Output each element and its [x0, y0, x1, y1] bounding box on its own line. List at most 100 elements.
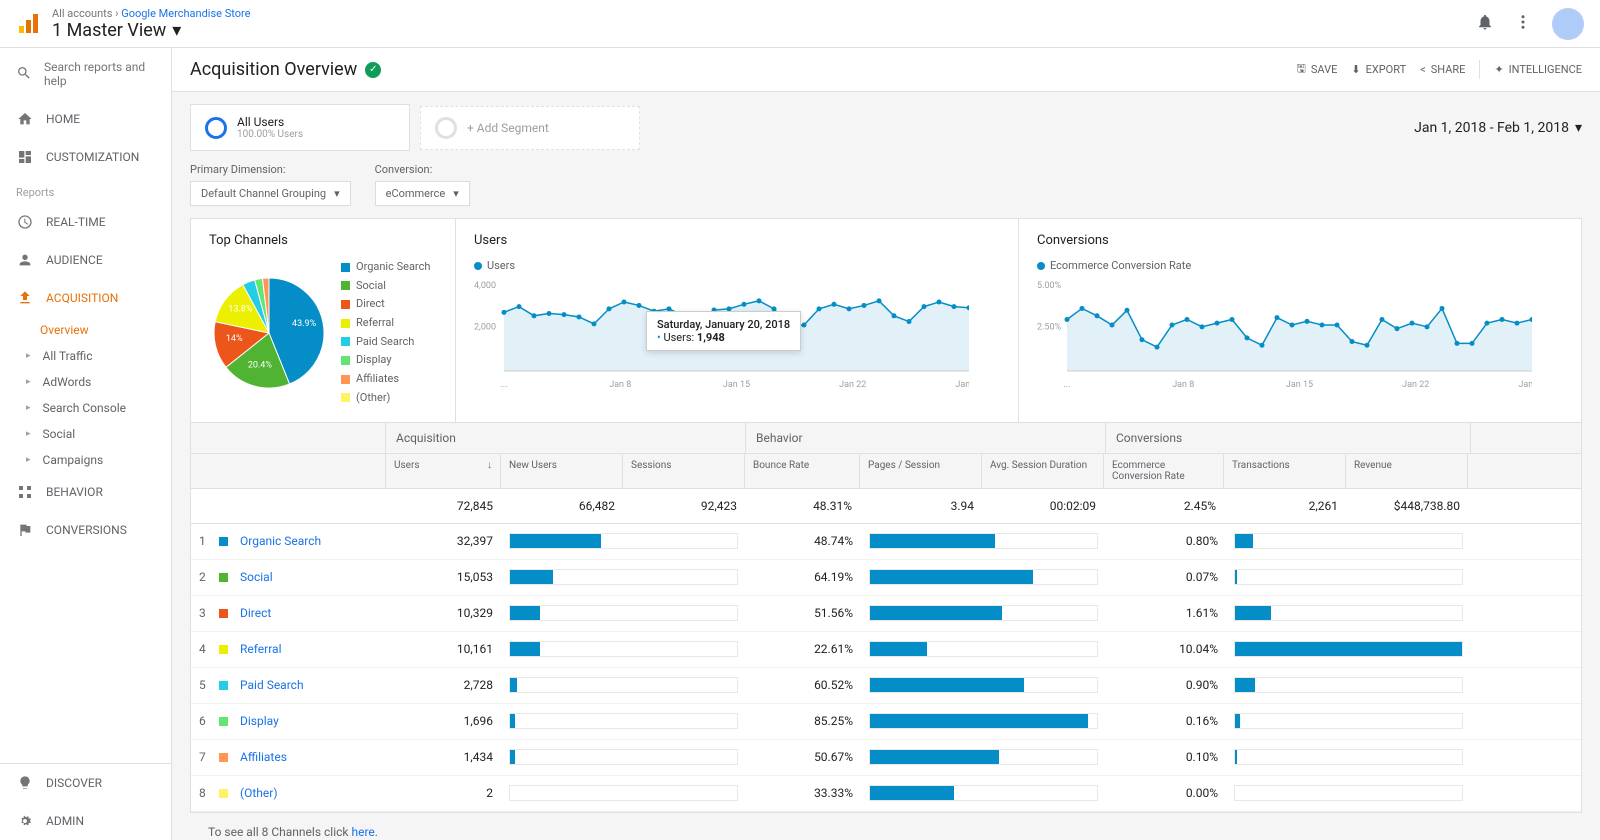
search-icon	[16, 65, 32, 84]
sub-social[interactable]: ▸Social	[0, 421, 171, 447]
svg-text:Jan 22: Jan 22	[839, 380, 866, 389]
breadcrumb-store-link[interactable]: Google Merchandise Store	[121, 7, 250, 20]
conversions-chart: Conversions Ecommerce Conversion Rate 2.…	[1019, 219, 1581, 422]
table-row: 5 Paid Search 2,728 60.52% 0.90%	[191, 668, 1581, 704]
caret-right-icon: ▸	[26, 455, 31, 465]
export-button[interactable]: ⬇EXPORT	[1351, 60, 1406, 79]
svg-text:Jan 29: Jan 29	[1518, 380, 1532, 389]
table-row: 3 Direct 10,329 51.56% 1.61%	[191, 596, 1581, 632]
share-button[interactable]: <SHARE	[1420, 60, 1465, 79]
channel-link[interactable]: Display	[240, 714, 279, 728]
users-chart: Users Users 2,0004,000...Jan 8Jan 15Jan …	[456, 219, 1019, 422]
svg-text:Jan 15: Jan 15	[1286, 380, 1313, 389]
svg-text:Jan 15: Jan 15	[723, 380, 750, 389]
home-icon	[16, 110, 34, 128]
svg-text:14%: 14%	[226, 334, 243, 344]
nav-admin[interactable]: ADMIN	[0, 802, 171, 840]
table-row: 1 Organic Search 32,397 48.74% 0.80%	[191, 524, 1581, 560]
top-channels-chart: Top Channels 43.9%20.4%14%13.8% Organic …	[191, 219, 456, 422]
intelligence-button[interactable]: ✦INTELLIGENCE	[1479, 60, 1582, 79]
channels-table: Acquisition Behavior Conversions Users↓ …	[191, 422, 1581, 812]
view-selector[interactable]: 1 Master View▾	[52, 20, 250, 41]
svg-text:43.9%: 43.9%	[292, 319, 317, 329]
group-behavior: Behavior	[746, 423, 1106, 453]
avatar[interactable]	[1552, 8, 1584, 40]
caret-right-icon: ▸	[26, 377, 31, 387]
date-range-picker[interactable]: Jan 1, 2018 - Feb 1, 2018▾	[1414, 120, 1582, 136]
nav-realtime[interactable]: REAL-TIME	[0, 203, 171, 241]
pie-legend: Organic SearchSocialDirectReferralPaid S…	[341, 258, 430, 408]
nav-behavior[interactable]: BEHAVIOR	[0, 473, 171, 511]
channel-link[interactable]: Affiliates	[240, 750, 287, 764]
channel-link[interactable]: Social	[240, 570, 273, 584]
breadcrumb: All accounts › Google Merchandise Store	[52, 7, 250, 20]
table-row: 6 Display 1,696 85.25% 0.16%	[191, 704, 1581, 740]
caret-down-icon: ▾	[172, 20, 181, 41]
caret-down-icon: ▾	[334, 187, 340, 200]
nav-customization[interactable]: CUSTOMIZATION	[0, 138, 171, 176]
export-icon: ⬇	[1351, 63, 1360, 76]
save-icon: 🖫	[1296, 60, 1305, 79]
nav-home[interactable]: HOME	[0, 100, 171, 138]
svg-text:...: ...	[1063, 380, 1070, 389]
sub-overview[interactable]: Overview	[0, 317, 171, 343]
svg-text:13.8%: 13.8%	[228, 304, 253, 314]
share-icon: <	[1420, 63, 1426, 76]
acquisition-icon	[16, 289, 34, 307]
search-placeholder: Search reports and help	[44, 60, 155, 88]
more-vert-icon[interactable]	[1514, 13, 1532, 35]
topbar: All accounts › Google Merchandise Store …	[0, 0, 1600, 48]
channel-link[interactable]: Referral	[240, 642, 282, 656]
see-all-link[interactable]: here	[351, 825, 374, 839]
caret-right-icon: ▸	[26, 403, 31, 413]
channel-link[interactable]: Organic Search	[240, 534, 321, 548]
conversion-dropdown[interactable]: eCommerce▾	[375, 181, 470, 206]
sub-campaigns[interactable]: ▸Campaigns	[0, 447, 171, 473]
add-segment-button[interactable]: + Add Segment	[420, 106, 640, 150]
conversions-line-chart: 2.50%5.00%...Jan 8Jan 15Jan 22Jan 29	[1037, 279, 1532, 389]
sub-all-traffic[interactable]: ▸All Traffic	[0, 343, 171, 369]
channel-link[interactable]: Direct	[240, 606, 271, 620]
sort-icon[interactable]: ↓	[487, 460, 492, 482]
group-acquisition: Acquisition	[386, 423, 746, 453]
caret-right-icon: ▸	[26, 429, 31, 439]
flag-icon	[16, 521, 34, 539]
table-row: 4 Referral 10,161 22.61% 10.04%	[191, 632, 1581, 668]
main: Acquisition Overview✓ 🖫SAVE ⬇EXPORT <SHA…	[172, 48, 1600, 840]
svg-text:5.00%: 5.00%	[1037, 281, 1062, 291]
svg-text:Jan 29: Jan 29	[955, 380, 969, 389]
ga-logo-icon	[16, 12, 40, 36]
svg-text:Jan 8: Jan 8	[609, 380, 631, 389]
svg-text:2,000: 2,000	[474, 323, 496, 333]
reports-header: Reports	[0, 176, 171, 203]
caret-right-icon: ▸	[26, 351, 31, 361]
intelligence-icon: ✦	[1494, 63, 1503, 76]
gear-icon	[16, 812, 34, 830]
table-row: 2 Social 15,053 64.19% 0.07%	[191, 560, 1581, 596]
svg-text:20.4%: 20.4%	[248, 360, 273, 370]
nav-discover[interactable]: DISCOVER	[0, 764, 171, 802]
person-icon	[16, 251, 34, 269]
nav-audience[interactable]: AUDIENCE	[0, 241, 171, 279]
channel-link[interactable]: Paid Search	[240, 678, 304, 692]
verified-icon: ✓	[365, 62, 381, 78]
nav-conversions[interactable]: CONVERSIONS	[0, 511, 171, 549]
channel-link[interactable]: (Other)	[240, 786, 278, 800]
footer-link: To see all 8 Channels click here.	[190, 813, 1582, 840]
sub-adwords[interactable]: ▸AdWords	[0, 369, 171, 395]
bulb-icon	[16, 774, 34, 792]
nav-acquisition[interactable]: ACQUISITION	[0, 279, 171, 317]
dashboard-icon	[16, 148, 34, 166]
save-button[interactable]: 🖫SAVE	[1296, 60, 1337, 79]
page-header: Acquisition Overview✓ 🖫SAVE ⬇EXPORT <SHA…	[172, 48, 1600, 92]
search-row[interactable]: Search reports and help	[0, 48, 171, 100]
segment-all-users[interactable]: All Users100.00% Users	[190, 104, 410, 151]
sidebar: Search reports and help HOME CUSTOMIZATI…	[0, 48, 172, 840]
primary-dimension-dropdown[interactable]: Default Channel Grouping▾	[190, 181, 351, 206]
page-title: Acquisition Overview✓	[190, 59, 381, 80]
notifications-icon[interactable]	[1476, 13, 1494, 35]
table-row: 7 Affiliates 1,434 50.67% 0.10%	[191, 740, 1581, 776]
table-row: 8 (Other) 2 33.33% 0.00%	[191, 776, 1581, 812]
sub-search-console[interactable]: ▸Search Console	[0, 395, 171, 421]
clock-icon	[16, 213, 34, 231]
